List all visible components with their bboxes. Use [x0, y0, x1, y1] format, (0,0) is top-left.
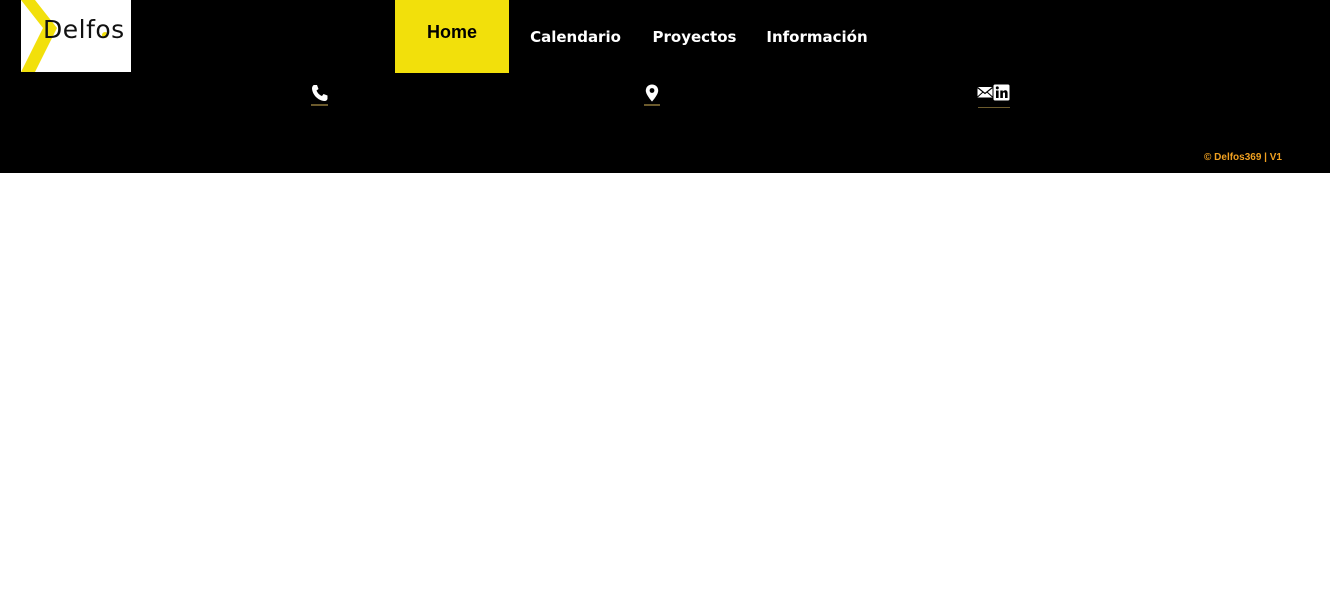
- location-pin-icon: [645, 84, 659, 102]
- social-underline: [977, 107, 1010, 108]
- email-icon: [977, 87, 993, 98]
- nav-item-home[interactable]: Home: [395, 0, 509, 73]
- email-link[interactable]: [977, 84, 993, 103]
- location-link[interactable]: [644, 84, 660, 108]
- social-links: [977, 84, 1010, 108]
- linkedin-icon: [993, 84, 1010, 101]
- phone-icon: [311, 85, 327, 101]
- site-header: Delfos Home Calendario Proyectos Informa…: [0, 0, 1330, 173]
- location-underline: [644, 104, 660, 106]
- main-nav: Home Calendario Proyectos Información: [395, 0, 887, 73]
- phone-link[interactable]: [310, 84, 328, 108]
- nav-item-informacion[interactable]: Información: [747, 0, 887, 73]
- logo-text: Delfos: [43, 15, 125, 44]
- nav-item-proyectos[interactable]: Proyectos: [642, 0, 747, 73]
- main-content: [0, 173, 1330, 602]
- copyright-text: © Delfos369 | V1: [1204, 152, 1282, 163]
- nav-item-calendario[interactable]: Calendario: [509, 0, 642, 73]
- brand-logo[interactable]: Delfos: [21, 0, 131, 72]
- phone-underline: [310, 104, 328, 106]
- linkedin-link[interactable]: [993, 84, 1010, 105]
